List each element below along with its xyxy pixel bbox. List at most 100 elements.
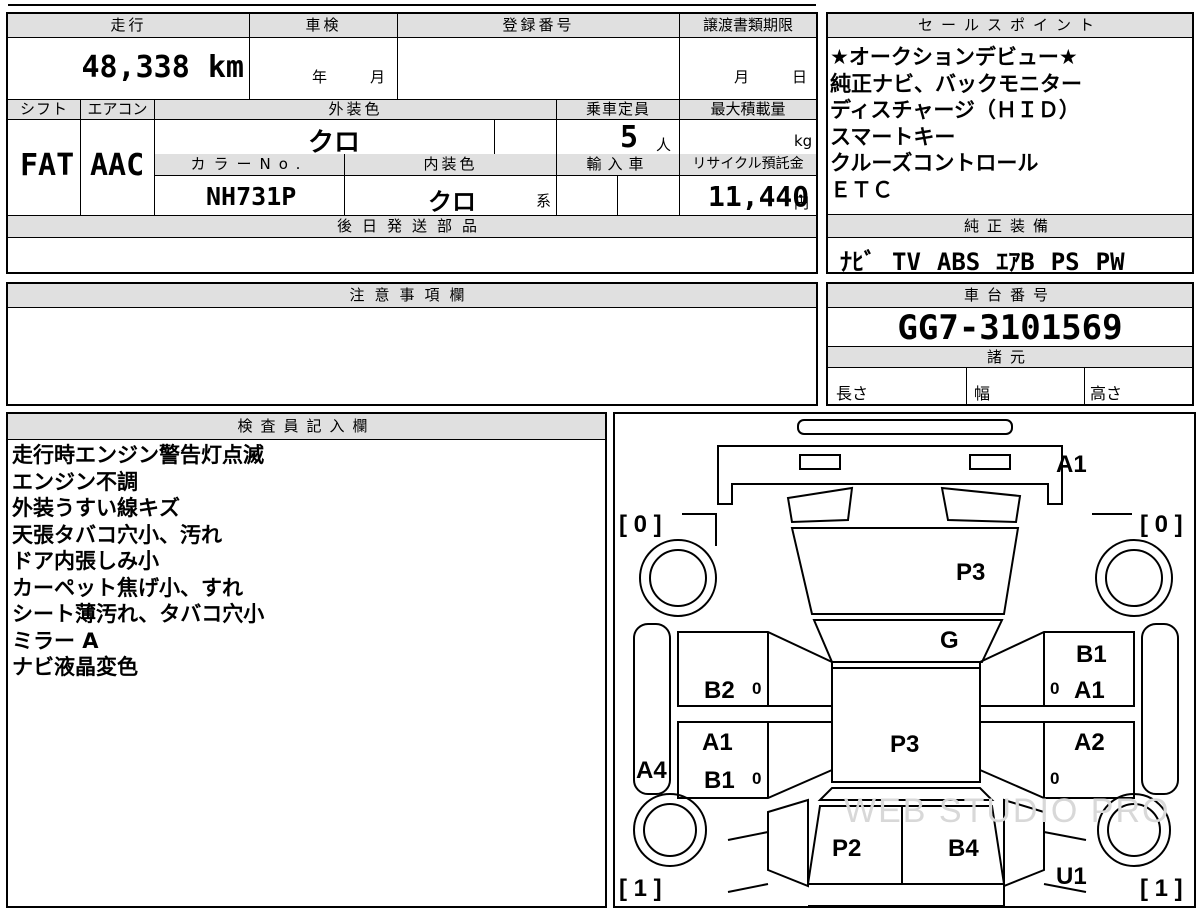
aircon-header: エアコン [81,100,155,120]
sales-points-list: ★オークションデビュー★ 純正ナビ、バックモニター ディスチャージ（ＨＩＤ） スマート… [830,44,1082,203]
front-lip-shape [797,419,1013,435]
inspection-header: 車検 [250,14,398,38]
shift-value: FAT [20,148,75,183]
tire-rr-label: [ 1 ] [1140,875,1183,902]
spec-width-label: 幅 [974,384,991,403]
vehicle-info-table: 走行 車検 登録番号 譲渡書類期限 48,338 km 年 月 月 日 シフト … [6,12,818,274]
inspector-panel: 検査員記入欄 走行時エンジン警告灯点滅 エンジン不調 外装うすい線キズ 天張タバコ穴小… [6,412,607,908]
rear-bumper-right-mark: U1 [1056,863,1087,890]
equipment-item: ﾅﾋﾞ [840,248,876,276]
tire-rl-label: [ 1 ] [619,875,662,902]
equipment-header: 純正装備 [828,214,1192,238]
zero-mark-left-rear: 0 [752,769,761,788]
interior-color-header: 内装色 [345,154,557,176]
sales-point-item: クルーズコントロール [830,151,1039,175]
interior-suffix: 系 [536,192,552,210]
mileage-header: 走行 [8,14,250,38]
inspection-month-unit: 月 [370,68,386,86]
inspector-header: 検査員記入欄 [8,414,605,440]
inspector-note-item: シート薄汚れ、タバコ穴小 [12,602,265,626]
front-bumper-mark: A1 [1056,451,1087,478]
roof-shape [831,667,981,783]
inspector-note-item: ドア内張しみ小 [12,549,159,573]
shift-header: シフト [8,100,81,120]
inspector-note-item: 外装うすい線キズ [12,496,180,520]
recycle-header: リサイクル預託金 [680,154,816,176]
spec-length-label: 長さ [836,384,869,403]
roof-mark: P3 [890,731,919,758]
recycle-unit: 円 [794,194,810,212]
capacity-header: 乗車定員 [557,100,680,120]
headlight-right [969,454,1011,470]
right-rear-door-mark: A2 [1074,729,1105,756]
registration-value [398,38,680,100]
equipment-item: PS [1050,248,1080,276]
chassis-header: 車台番号 [828,284,1192,308]
later-parts-value [8,238,816,272]
equipment-list: ﾅﾋﾞ TV ABS ｴｱB PS PW [840,242,1141,277]
mileage-value: 48,338 km [81,50,244,85]
sales-point-item: スマートキー [830,124,956,149]
rear-quarter-left [767,798,809,888]
tire-fr-label: [ 0 ] [1140,511,1183,538]
inspector-note-item: エンジン不調 [12,469,138,494]
right-sill-shape [1141,623,1179,795]
sales-point-item: ＥＴＣ [830,177,893,202]
equipment-item: ABS [936,248,981,276]
lamp-right [940,486,1022,524]
car-damage-diagram: [ 0 ] [ 0 ] [ 1 ] [ 1 ] A1 P3 G P3 B1 A1… [619,419,1183,906]
windshield-shape [812,619,1004,663]
chassis-panel: 車台番号 GG7-3101569 諸元 長さ 幅 高さ [826,282,1194,406]
max-load-header: 最大積載量 [680,100,816,120]
windshield-mark: G [940,627,959,654]
rear-lines-left [727,831,769,893]
inspection-year-unit: 年 [312,68,328,86]
rear-right-mark: B4 [948,835,979,862]
interior-color-value: クロ [428,188,476,216]
tire-front-left [639,539,717,617]
capacity-value: 5 [620,120,639,155]
later-parts-header: 後日発送部品 [8,216,816,238]
chassis-value: GG7-3101569 [897,308,1123,348]
rear-left-mark: P2 [832,835,861,862]
tire-fl-label: [ 0 ] [619,511,662,538]
headlight-left [799,454,841,470]
left-sill-mark: A4 [636,757,667,784]
inspector-note-item: ミラー A [12,628,99,653]
spec-height-label: 高さ [1090,384,1123,403]
sales-points-panel: セールスポイント ★オークションデビュー★ 純正ナビ、バックモニター ディスチャージ… [826,12,1194,277]
left-rear-door-mark-b: B1 [704,767,735,794]
damage-diagram-panel: [ 0 ] [ 0 ] [ 1 ] [ 1 ] A1 P3 G P3 B1 A1… [613,412,1196,908]
watermark: WEB STUDIO PRO [844,792,1171,830]
sales-points-header: セールスポイント [828,14,1192,38]
inspector-note-item: 走行時エンジン警告灯点滅 [12,443,264,467]
hood-mark: P3 [956,559,985,586]
aircon-value: AAC [90,148,145,183]
deadline-month-unit: 月 [734,68,750,86]
exterior-color-header: 外装色 [155,100,557,120]
max-load-unit: kg [794,132,813,150]
zero-mark-right-front: 0 [1050,679,1059,698]
import-header: 輸入車 [557,154,680,176]
sales-point-item: ★オークションデビュー★ [830,45,1078,69]
inspector-note-item: 天張タバコ穴小、汚れ [12,522,222,547]
color-no-value: NH731P [206,182,297,211]
equipment-item: TV [892,248,921,276]
zero-mark-left-front: 0 [752,679,761,698]
registration-header: 登録番号 [398,14,680,38]
zero-mark-right-rear: 0 [1050,769,1059,788]
transfer-deadline-header: 譲渡書類期限 [680,14,816,38]
lamp-left [786,486,854,524]
rear-bumper-shape [808,883,1005,906]
right-front-door-mark: A1 [1074,677,1105,704]
left-rear-door-mark-a: A1 [702,729,733,756]
specs-header: 諸元 [828,346,1192,368]
deadline-day-unit: 日 [792,68,808,86]
color-no-header: カラーNo. [155,154,345,176]
notes-panel: 注意事項欄 [6,282,818,406]
left-front-door-mark: B2 [704,677,735,704]
right-front-fender-mark: B1 [1076,641,1107,668]
sales-point-item: 純正ナビ、バックモニター [830,71,1082,96]
inspector-notes-list: 走行時エンジン警告灯点滅 エンジン不調 外装うすい線キズ 天張タバコ穴小、汚れ ドア内張… [12,442,264,681]
capacity-unit: 人 [656,136,672,154]
